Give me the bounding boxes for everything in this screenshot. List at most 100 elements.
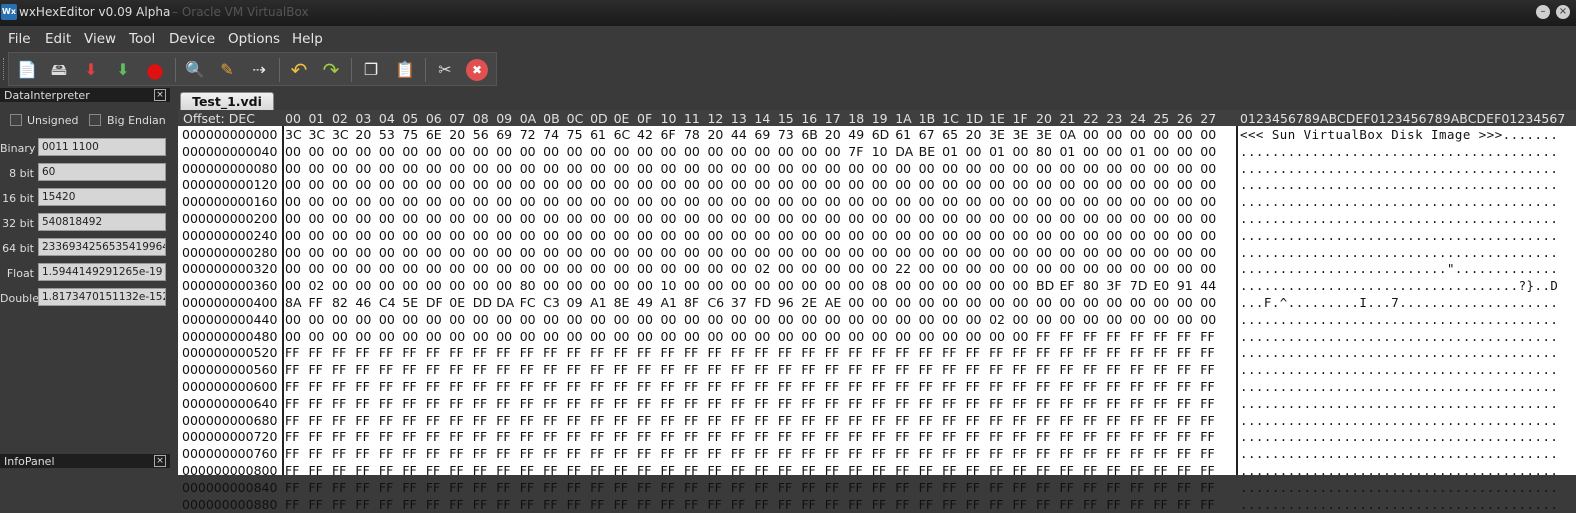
hex-byte[interactable]: FF (285, 463, 308, 480)
hex-byte[interactable]: FF (1106, 463, 1129, 480)
hex-byte[interactable]: 00 (661, 228, 684, 245)
hex-byte[interactable]: FF (1059, 429, 1082, 446)
hex-byte[interactable]: FF (449, 463, 472, 480)
hex-byte[interactable]: FF (285, 345, 308, 362)
hex-byte[interactable]: FF (731, 345, 754, 362)
hex-byte[interactable]: FF (379, 413, 402, 430)
hex-byte[interactable]: FF (1200, 480, 1223, 497)
hex-byte[interactable]: FF (567, 345, 590, 362)
hex-byte[interactable]: FF (1013, 446, 1036, 463)
hex-byte[interactable]: 00 (308, 144, 331, 161)
hex-byte[interactable]: 00 (355, 312, 378, 329)
hex-byte[interactable]: FF (543, 362, 566, 379)
hex-byte[interactable]: 00 (520, 177, 543, 194)
hex-byte[interactable]: 00 (332, 211, 355, 228)
hex-byte[interactable]: 22 (895, 261, 918, 278)
text-row[interactable]: ...................................?}..D (1240, 278, 1560, 295)
text-row[interactable]: ........................................ (1240, 497, 1560, 513)
hex-byte[interactable]: 00 (895, 177, 918, 194)
hex-byte[interactable]: 2E (801, 295, 824, 312)
hex-byte[interactable]: FF (1177, 429, 1200, 446)
hex-byte[interactable]: FF (614, 345, 637, 362)
hex-byte[interactable]: 00 (825, 177, 848, 194)
hex-byte[interactable]: 6B (801, 127, 824, 144)
hex-byte[interactable]: 00 (379, 177, 402, 194)
hex-byte[interactable]: FF (872, 497, 895, 513)
hex-byte[interactable]: 00 (1083, 245, 1106, 262)
hex-byte[interactable]: FF (1153, 446, 1176, 463)
hex-byte[interactable]: 00 (637, 312, 660, 329)
hex-byte[interactable]: 00 (1036, 245, 1059, 262)
hex-byte[interactable]: 00 (731, 278, 754, 295)
hex-byte[interactable]: 00 (778, 177, 801, 194)
hex-byte[interactable]: FF (848, 362, 871, 379)
hex-byte[interactable]: FF (1083, 446, 1106, 463)
hex-byte[interactable]: FF (1036, 413, 1059, 430)
hex-byte[interactable]: 00 (966, 177, 989, 194)
hex-byte[interactable]: FF (966, 396, 989, 413)
hex-byte[interactable]: FF (754, 480, 777, 497)
hex-byte[interactable]: 20 (707, 127, 730, 144)
hex-byte[interactable]: 00 (801, 261, 824, 278)
hex-byte[interactable]: FF (1059, 413, 1082, 430)
hex-byte[interactable]: 00 (754, 177, 777, 194)
hex-byte[interactable]: FF (614, 362, 637, 379)
hex-byte[interactable]: FF (801, 413, 824, 430)
hex-byte[interactable]: C6 (707, 295, 730, 312)
hex-byte[interactable]: FF (966, 362, 989, 379)
hex-byte[interactable]: FF (731, 396, 754, 413)
hex-byte[interactable]: FF (1083, 497, 1106, 513)
hex-byte[interactable]: FF (778, 396, 801, 413)
hex-byte[interactable]: 00 (1106, 211, 1129, 228)
hex-byte[interactable]: FF (1177, 497, 1200, 513)
hex-byte[interactable]: 00 (684, 144, 707, 161)
hex-byte[interactable]: 00 (520, 312, 543, 329)
hex-byte[interactable]: FD (754, 295, 777, 312)
hex-byte[interactable]: 00 (707, 261, 730, 278)
hex-byte[interactable]: FF (590, 413, 613, 430)
hex-byte[interactable]: FF (825, 429, 848, 446)
hex-byte[interactable]: FF (731, 497, 754, 513)
hex-byte[interactable]: FF (637, 345, 660, 362)
hex-byte[interactable]: FF (449, 497, 472, 513)
hex-byte[interactable]: FF (496, 379, 519, 396)
hex-byte[interactable]: FF (919, 463, 942, 480)
hex-byte[interactable]: 00 (1013, 261, 1036, 278)
hex-byte[interactable]: FF (1130, 446, 1153, 463)
hex-byte[interactable]: 00 (1059, 295, 1082, 312)
hex-byte[interactable]: 02 (308, 278, 331, 295)
hex-byte[interactable]: 00 (379, 211, 402, 228)
hex-byte[interactable]: FF (355, 379, 378, 396)
hex-byte[interactable]: FF (332, 345, 355, 362)
hex-byte[interactable]: 00 (1036, 261, 1059, 278)
hex-byte[interactable]: FF (402, 497, 425, 513)
hex-byte[interactable]: FF (332, 463, 355, 480)
tab-test-1-vdi[interactable]: Test_1.vdi (180, 92, 274, 110)
hex-byte[interactable]: 00 (801, 161, 824, 178)
hex-byte[interactable]: FF (1177, 345, 1200, 362)
hex-byte[interactable]: 00 (1200, 127, 1223, 144)
hex-byte[interactable]: 3E (1036, 127, 1059, 144)
hex-byte[interactable]: FF (919, 429, 942, 446)
hex-row[interactable]: FF FF FF FF FF FF FF FF FF FF FF FF FF FF FF FF FF FF FF FF… (285, 429, 1232, 446)
hex-byte[interactable]: C3 (543, 295, 566, 312)
hex-byte[interactable]: FF (778, 429, 801, 446)
hex-byte[interactable]: 00 (661, 261, 684, 278)
hex-byte[interactable]: FF (402, 396, 425, 413)
hex-byte[interactable]: FF (707, 396, 730, 413)
hex-byte[interactable]: 00 (402, 245, 425, 262)
hex-byte[interactable]: 00 (895, 312, 918, 329)
hex-byte[interactable]: FF (919, 396, 942, 413)
hex-byte[interactable]: 00 (895, 228, 918, 245)
hex-byte[interactable]: C4 (379, 295, 402, 312)
hex-byte[interactable]: 00 (848, 245, 871, 262)
hex-byte[interactable]: 00 (942, 245, 965, 262)
hex-byte[interactable]: FF (379, 480, 402, 497)
hex-byte[interactable]: FF (989, 379, 1012, 396)
hex-byte[interactable]: 00 (567, 177, 590, 194)
hex-byte[interactable]: FF (1130, 345, 1153, 362)
hex-byte[interactable]: 00 (801, 228, 824, 245)
new-file-icon[interactable]: 📄 (16, 59, 38, 81)
hex-byte[interactable]: 00 (285, 245, 308, 262)
hex-byte[interactable]: FF (285, 379, 308, 396)
